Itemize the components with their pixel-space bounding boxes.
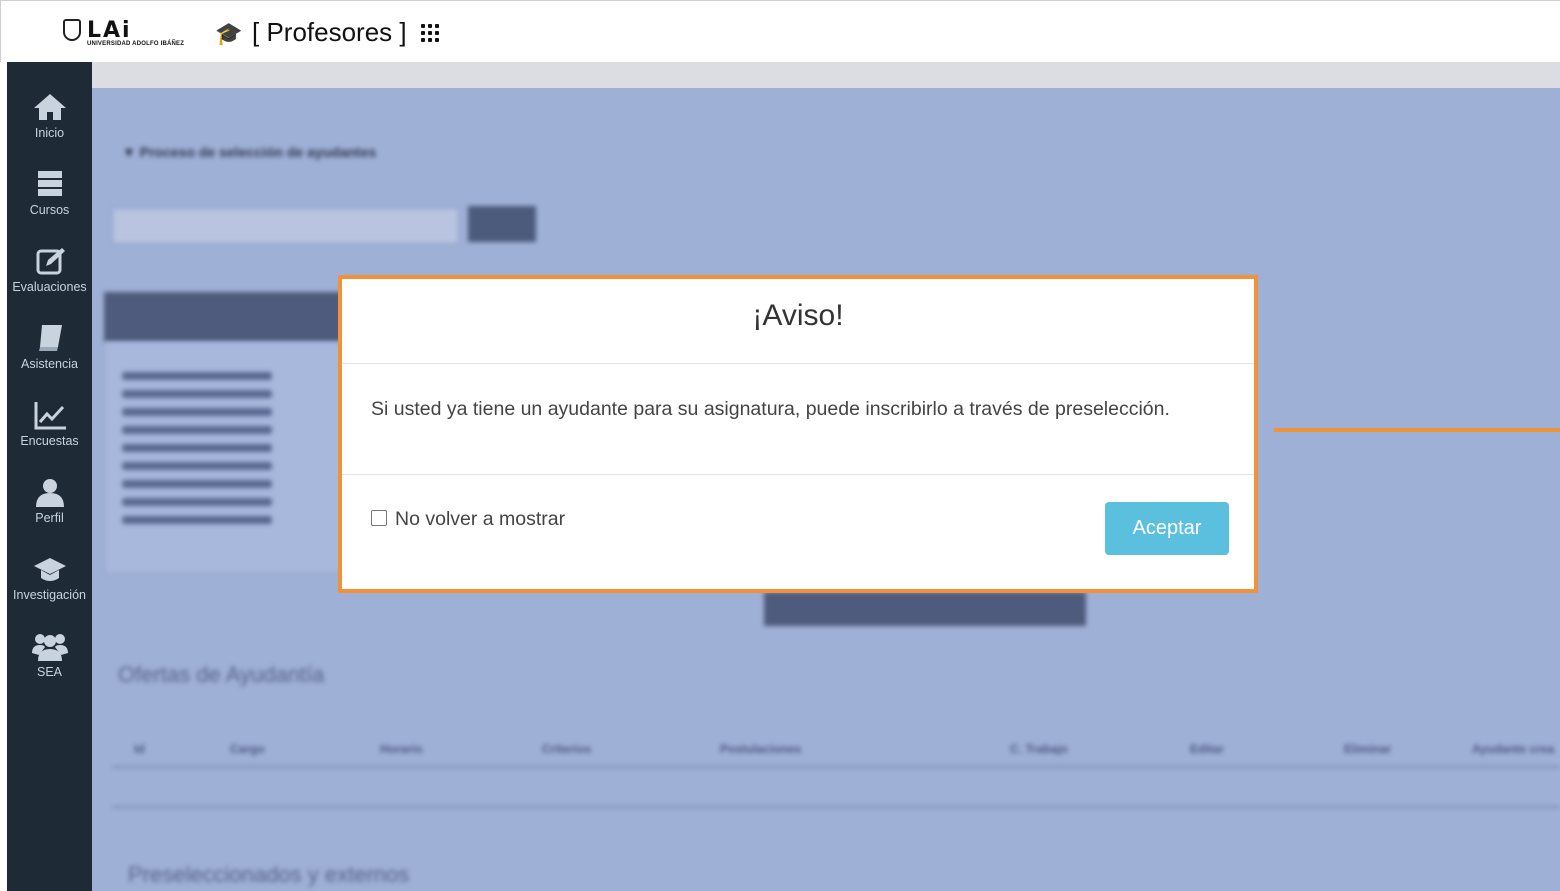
sidebar-item-asistencia[interactable]: Asistencia: [7, 315, 92, 391]
modal-title: ¡Aviso!: [752, 299, 844, 332]
sidebar-item-inicio[interactable]: Inicio: [7, 84, 92, 160]
sidebar-item-encuestas[interactable]: Encuestas: [7, 392, 92, 468]
sidebar-item-label: Perfil: [35, 511, 64, 525]
table-header-cell: Ayudante crea: [1472, 742, 1555, 756]
reglamento-button: [764, 592, 1086, 626]
sidebar-item-label: SEA: [36, 665, 62, 679]
home-icon: [34, 94, 66, 120]
ofertas-title: Ofertas de Ayudantía: [118, 662, 325, 687]
crest-icon: [63, 19, 81, 41]
ofertas-table-header: Id Cargo Horario Criterios Postulaciones…: [112, 740, 1560, 768]
sidebar-item-cursos[interactable]: Cursos: [7, 161, 92, 237]
logo-letters: LAi: [87, 18, 132, 43]
courses-icon: [38, 171, 62, 196]
modal-header: ¡Aviso!: [342, 279, 1254, 364]
portal-title: [ Profesores ]: [252, 17, 407, 47]
general-info-lines: [122, 362, 272, 534]
sidebar-item-label: Encuestas: [20, 434, 79, 448]
sidebar-item-label: Inicio: [34, 126, 65, 140]
users-icon: [32, 634, 68, 661]
table-header-cell: Horario: [380, 742, 423, 756]
table-header-cell: C. Trabajo: [1010, 742, 1069, 756]
top-bar: LAi UNIVERSIDAD ADOLFO IBÁÑEZ 🎓 [ Profes…: [0, 0, 1560, 62]
edit-icon: [36, 248, 65, 275]
table-header-cell: Postulaciones: [720, 742, 802, 756]
process-select: [112, 208, 459, 244]
section-title: ▼ Proceso de selección de ayudantes: [122, 144, 377, 160]
graduation-cap-icon: [34, 558, 66, 581]
ver-button: [468, 206, 536, 242]
modal-message: Si usted ya tiene un ayudante para su as…: [371, 398, 1170, 420]
sidebar-item-label: Investigación: [13, 588, 86, 602]
content-top-strip: [92, 62, 1560, 88]
graduation-cap-icon: 🎓: [215, 21, 243, 46]
sidebar-item-label: Asistencia: [21, 357, 78, 371]
highlight-connector-line: [1274, 428, 1560, 432]
apps-grid-icon[interactable]: [420, 23, 440, 43]
table-header-cell: Eliminar: [1344, 742, 1392, 756]
dont-show-again-label[interactable]: No volver a mostrar: [395, 508, 565, 531]
table-header-cell: Criterios: [542, 742, 592, 756]
modal-footer: No volver a mostrar Aceptar: [342, 475, 1254, 589]
sidebar-item-investigacion[interactable]: Investigación: [7, 546, 92, 622]
chart-icon: [34, 402, 66, 430]
sidebar-item-perfil[interactable]: Perfil: [7, 469, 92, 545]
notice-modal: ¡Aviso! Si usted ya tiene un ayudante pa…: [338, 275, 1258, 593]
modal-body: Si usted ya tiene un ayudante para su as…: [342, 364, 1254, 475]
university-logo[interactable]: LAi UNIVERSIDAD ADOLFO IBÁÑEZ: [63, 17, 199, 49]
preseleccionados-title: Preseleccionados y externos: [128, 862, 410, 887]
table-header-cell: Cargo: [230, 742, 265, 756]
user-icon: [36, 479, 64, 507]
process-panel-header: [104, 292, 344, 342]
dont-show-again-checkbox[interactable]: [371, 510, 387, 526]
logo-subtitle: UNIVERSIDAD ADOLFO IBÁÑEZ: [87, 41, 185, 47]
book-icon: [39, 325, 62, 351]
table-header-cell: Id: [134, 742, 145, 756]
table-header-cell: Editar: [1190, 742, 1225, 756]
accept-button[interactable]: Aceptar: [1105, 502, 1229, 555]
sidebar: Inicio Cursos Evaluaciones Asistencia En…: [7, 62, 92, 891]
sidebar-item-evaluaciones[interactable]: Evaluaciones: [7, 238, 92, 314]
table-empty-row: [112, 770, 1560, 808]
sidebar-item-label: Cursos: [29, 203, 70, 217]
sidebar-item-sea[interactable]: SEA: [7, 623, 92, 699]
sidebar-item-label: Evaluaciones: [12, 280, 87, 294]
